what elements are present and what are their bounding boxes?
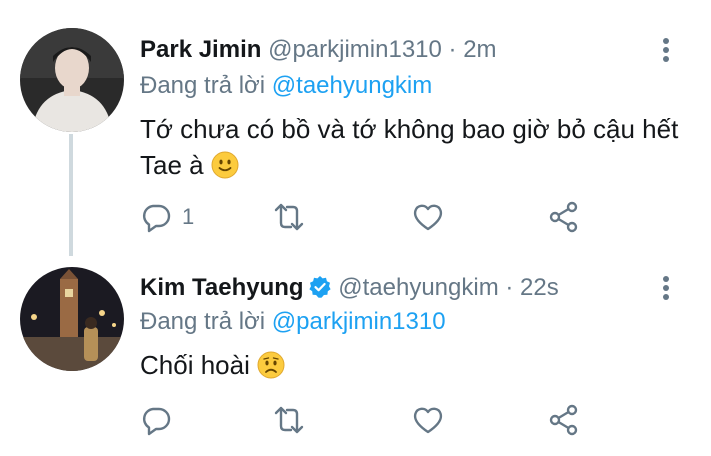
- reply-button[interactable]: [140, 403, 182, 437]
- avatar[interactable]: [20, 267, 124, 371]
- tweet-taehyungkim[interactable]: Kim Taehyung @taehyungkim · 22s Đang trả…: [0, 255, 711, 456]
- share-icon: [549, 201, 578, 233]
- mention-link[interactable]: @parkjimin1310: [272, 308, 446, 335]
- reply-icon: [142, 204, 171, 233]
- avatar-photo: [20, 267, 124, 371]
- reply-count: 1: [182, 204, 195, 229]
- tweet-parkjimin[interactable]: Park Jimin @parkjimin1310 · 2m Đang trả …: [0, 0, 711, 256]
- slightly-smiling-face-icon: [211, 151, 239, 179]
- replying-prefix: Đang trả lời: [140, 308, 266, 335]
- more-options-icon[interactable]: [663, 38, 671, 65]
- user-handle[interactable]: @parkjimin1310: [268, 36, 442, 63]
- heart-icon: [413, 407, 443, 434]
- retweet-button[interactable]: [273, 403, 305, 437]
- share-button[interactable]: [548, 200, 580, 234]
- retweet-icon: [274, 406, 304, 434]
- retweet-icon: [274, 203, 304, 231]
- replying-to: Đang trả lời @parkjimin1310: [140, 308, 446, 336]
- replying-prefix: Đang trả lời: [140, 72, 266, 99]
- user-handle[interactable]: @taehyungkim: [338, 274, 498, 301]
- tweet-actions: [140, 403, 600, 437]
- replying-to: Đang trả lời @taehyungkim: [140, 72, 432, 100]
- retweet-button[interactable]: [273, 200, 305, 234]
- more-options-icon[interactable]: [663, 276, 671, 303]
- like-button[interactable]: [412, 403, 444, 437]
- avatar[interactable]: [20, 28, 124, 132]
- thread-line: [69, 134, 73, 256]
- timestamp[interactable]: · 2m: [449, 36, 497, 63]
- display-name[interactable]: Kim Taehyung: [140, 274, 304, 301]
- tweet-actions: 1: [140, 200, 600, 234]
- display-name[interactable]: Park Jimin: [140, 36, 261, 63]
- tweet-header: Park Jimin @parkjimin1310 · 2m: [140, 36, 497, 64]
- tweet-text-content: Chối hoài: [140, 350, 250, 380]
- reply-button[interactable]: 1: [140, 200, 194, 234]
- tweet-header: Kim Taehyung @taehyungkim · 22s: [140, 274, 559, 302]
- tweet-text: Chối hoài: [140, 347, 680, 383]
- like-button[interactable]: [412, 200, 444, 234]
- share-button[interactable]: [548, 403, 580, 437]
- reply-icon: [142, 407, 171, 436]
- worried-face-icon: [257, 351, 285, 379]
- tweet-text: Tớ chưa có bồ và tớ không bao giờ bỏ cậu…: [140, 111, 680, 183]
- timestamp[interactable]: · 22s: [505, 274, 558, 301]
- heart-icon: [413, 204, 443, 231]
- avatar-photo: [20, 28, 124, 132]
- share-icon: [549, 404, 578, 436]
- verified-badge-icon: [308, 276, 331, 298]
- mention-link[interactable]: @taehyungkim: [272, 72, 432, 99]
